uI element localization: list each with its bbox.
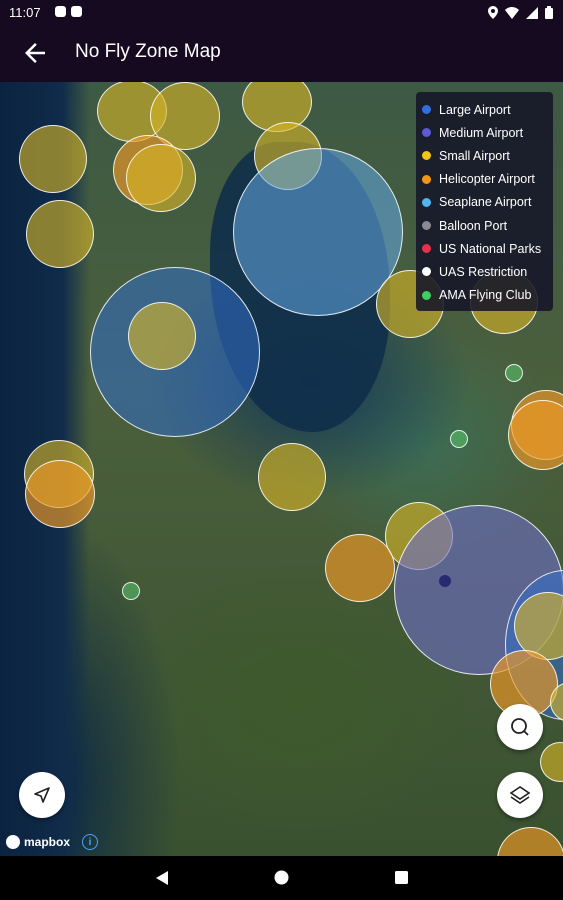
legend-label: Balloon Port bbox=[439, 218, 508, 233]
mapbox-logo-text: mapbox bbox=[24, 835, 71, 849]
legend-item-large-airport: Large Airport bbox=[416, 98, 553, 121]
legend-item-balloon-port: Balloon Port bbox=[416, 214, 553, 237]
legend: Large Airport Medium Airport Small Airpo… bbox=[416, 92, 553, 311]
zone-medium-airport-center bbox=[439, 575, 451, 587]
legend-dot bbox=[422, 128, 431, 138]
status-left-icons bbox=[55, 6, 82, 17]
legend-dot bbox=[422, 151, 431, 161]
recents-square-icon[interactable] bbox=[395, 871, 408, 884]
info-icon[interactable]: i bbox=[82, 834, 99, 850]
status-bar: 11:07 bbox=[0, 0, 563, 25]
notification-icon bbox=[55, 6, 66, 17]
page-title: No Fly Zone Map bbox=[75, 41, 221, 62]
mapbox-logo: mapbox i bbox=[6, 834, 99, 850]
layers-button[interactable] bbox=[497, 772, 543, 818]
my-location-button[interactable] bbox=[19, 772, 65, 818]
search-icon bbox=[511, 718, 529, 736]
location-icon bbox=[488, 6, 498, 19]
legend-item-helicopter-airport: Helicopter Airport bbox=[416, 168, 553, 191]
search-button[interactable] bbox=[497, 704, 543, 750]
sim-icon bbox=[71, 6, 82, 17]
zone-small-airport[interactable] bbox=[258, 443, 326, 511]
status-right-icons bbox=[488, 6, 553, 19]
zone-small-airport[interactable] bbox=[540, 742, 563, 782]
navigation-arrow-icon bbox=[34, 787, 50, 803]
legend-dot bbox=[422, 290, 431, 300]
legend-item-ama-flying-club: AMA Flying Club bbox=[416, 284, 553, 307]
layers-icon bbox=[509, 786, 531, 804]
legend-label: Helicopter Airport bbox=[439, 172, 535, 187]
legend-label: Large Airport bbox=[439, 102, 511, 117]
status-time: 11:07 bbox=[9, 5, 41, 20]
legend-dot bbox=[422, 267, 431, 277]
zone-helicopter-airport[interactable] bbox=[508, 400, 563, 470]
mapbox-logo-icon bbox=[6, 835, 20, 849]
map-view[interactable]: Large Airport Medium Airport Small Airpo… bbox=[0, 82, 563, 856]
legend-item-medium-airport: Medium Airport bbox=[416, 121, 553, 144]
legend-label: AMA Flying Club bbox=[439, 288, 532, 303]
arrow-back-icon bbox=[25, 43, 45, 63]
legend-label: Medium Airport bbox=[439, 125, 524, 140]
battery-icon bbox=[545, 6, 553, 19]
legend-dot bbox=[422, 197, 431, 207]
legend-dot bbox=[422, 174, 431, 184]
legend-label: US National Parks bbox=[439, 241, 542, 256]
legend-dot bbox=[422, 105, 431, 115]
zone-ama-flying-club[interactable] bbox=[505, 364, 523, 382]
zone-helicopter-airport[interactable] bbox=[25, 460, 95, 528]
zone-helicopter-airport[interactable] bbox=[325, 534, 395, 602]
legend-item-us-national-parks: US National Parks bbox=[416, 237, 553, 260]
legend-dot bbox=[422, 244, 431, 254]
legend-dot bbox=[422, 221, 431, 231]
signal-icon bbox=[526, 6, 538, 19]
wifi-icon bbox=[505, 6, 519, 19]
system-nav-bar bbox=[0, 856, 563, 900]
zone-small-airport[interactable] bbox=[26, 200, 94, 268]
legend-label: UAS Restriction bbox=[439, 264, 528, 279]
back-triangle-icon[interactable] bbox=[155, 870, 169, 886]
home-circle-icon[interactable] bbox=[274, 870, 289, 885]
legend-label: Small Airport bbox=[439, 148, 510, 163]
legend-item-seaplane-airport: Seaplane Airport bbox=[416, 191, 553, 214]
zone-helicopter-airport[interactable] bbox=[497, 827, 563, 856]
zone-small-airport[interactable] bbox=[19, 125, 87, 193]
zone-ama-flying-club[interactable] bbox=[450, 430, 468, 448]
zone-small-airport[interactable] bbox=[126, 144, 196, 212]
zone-ama-flying-club[interactable] bbox=[122, 582, 140, 600]
app-bar: No Fly Zone Map bbox=[0, 25, 563, 82]
legend-item-small-airport: Small Airport bbox=[416, 144, 553, 167]
zone-small-airport[interactable] bbox=[128, 302, 196, 370]
legend-item-uas-restriction: UAS Restriction bbox=[416, 260, 553, 283]
legend-label: Seaplane Airport bbox=[439, 195, 532, 210]
back-button[interactable] bbox=[20, 38, 50, 68]
